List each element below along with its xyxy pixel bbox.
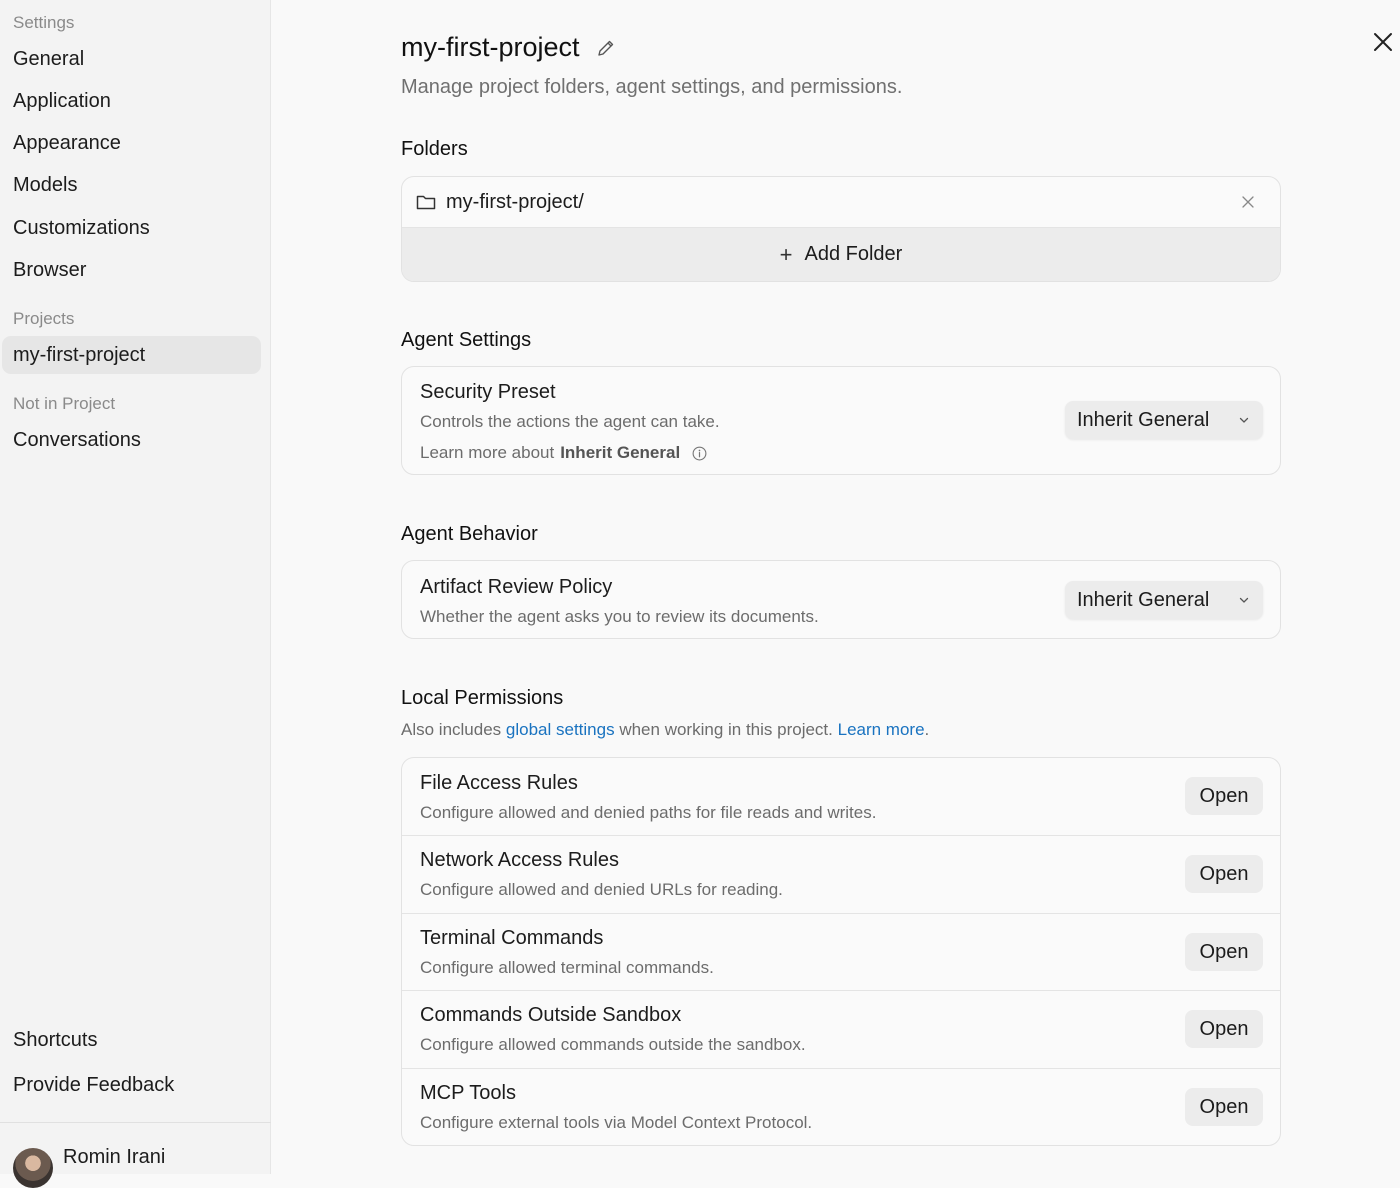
security-preset-value: Inherit General <box>1077 408 1210 431</box>
avatar[interactable] <box>13 1148 53 1188</box>
chevron-down-icon <box>1239 597 1249 603</box>
sidebar-item-my-first-project[interactable]: my-first-project <box>2 336 261 374</box>
sidebar-item-browser[interactable]: Browser <box>13 259 86 282</box>
page-title: my-first-project <box>401 32 580 62</box>
title-row: my-first-project <box>401 32 616 63</box>
security-preset-learn-more[interactable]: Learn more about Inherit General <box>420 443 707 463</box>
perm-desc-suffix: . <box>924 720 930 739</box>
security-preset-desc: Controls the actions the agent can take. <box>420 412 720 431</box>
permission-desc: Configure allowed and denied paths for f… <box>420 803 877 822</box>
sidebar-section-projects: Projects <box>13 309 75 328</box>
permission-row-commands-outside-sandbox: Commands Outside Sandbox Configure allow… <box>402 991 1280 1069</box>
permission-row-mcp-tools: MCP Tools Configure external tools via M… <box>402 1069 1280 1145</box>
permission-title: File Access Rules <box>420 772 578 794</box>
chevron-down-icon <box>1239 417 1249 423</box>
sidebar-section-settings: Settings <box>13 13 75 32</box>
open-file-access-button[interactable]: Open <box>1185 777 1263 815</box>
agent-behavior-heading: Agent Behavior <box>401 523 538 545</box>
learn-more-bold: Inherit General <box>560 443 681 462</box>
agent-settings-heading: Agent Settings <box>401 329 532 351</box>
main-content: my-first-project Manage project folders,… <box>272 0 1400 1174</box>
open-network-access-button[interactable]: Open <box>1185 855 1263 893</box>
folder-name: my-first-project/ <box>446 190 584 213</box>
global-settings-link[interactable]: global settings <box>506 720 615 739</box>
folder-row: my-first-project/ <box>402 177 1280 228</box>
close-icon[interactable] <box>1371 30 1395 54</box>
sidebar-item-customizations[interactable]: Customizations <box>13 217 150 240</box>
learn-more-link[interactable]: Learn more <box>838 720 925 739</box>
artifact-review-value: Inherit General <box>1077 588 1210 611</box>
permission-title: Commands Outside Sandbox <box>420 1004 682 1026</box>
folders-heading: Folders <box>401 138 468 160</box>
artifact-review-title: Artifact Review Policy <box>420 576 613 598</box>
sidebar-item-appearance[interactable]: Appearance <box>13 132 121 155</box>
permission-title: Terminal Commands <box>420 927 604 949</box>
local-permissions-card: File Access Rules Configure allowed and … <box>401 757 1281 1146</box>
security-preset-title: Security Preset <box>420 381 556 403</box>
security-preset-dropdown[interactable]: Inherit General <box>1065 401 1263 439</box>
sidebar-item-general[interactable]: General <box>13 48 84 71</box>
sidebar-item-conversations[interactable]: Conversations <box>13 429 141 452</box>
security-preset-row: Security Preset Controls the actions the… <box>402 367 1280 474</box>
open-commands-outside-sandbox-button[interactable]: Open <box>1185 1010 1263 1048</box>
folder-icon <box>416 195 436 210</box>
artifact-review-desc: Whether the agent asks you to review its… <box>420 607 819 626</box>
add-folder-label: Add Folder <box>804 243 903 265</box>
permission-title: Network Access Rules <box>420 849 619 871</box>
plus-icon: + <box>779 241 793 267</box>
sidebar-item-provide-feedback[interactable]: Provide Feedback <box>13 1074 174 1097</box>
info-icon[interactable] <box>692 446 707 461</box>
sidebar: Settings General Application Appearance … <box>0 0 271 1188</box>
sidebar-item-application[interactable]: Application <box>13 90 111 113</box>
local-permissions-desc: Also includes global settings when worki… <box>401 720 929 740</box>
open-terminal-commands-button[interactable]: Open <box>1185 933 1263 971</box>
agent-behavior-card: Artifact Review Policy Whether the agent… <box>401 560 1281 639</box>
remove-folder-x-icon[interactable] <box>1242 196 1254 208</box>
permission-desc: Configure allowed commands outside the s… <box>420 1035 806 1054</box>
artifact-review-row: Artifact Review Policy Whether the agent… <box>402 561 1280 638</box>
artifact-review-dropdown[interactable]: Inherit General <box>1065 581 1263 619</box>
permission-title: MCP Tools <box>420 1082 516 1104</box>
perm-desc-middle: when working in this project. <box>619 720 833 739</box>
permission-row-file-access: File Access Rules Configure allowed and … <box>402 758 1280 836</box>
local-permissions-heading: Local Permissions <box>401 687 564 709</box>
sidebar-item-models[interactable]: Models <box>13 174 77 197</box>
page-subtitle: Manage project folders, agent settings, … <box>401 76 903 98</box>
folders-card: my-first-project/ + Add Folder <box>401 176 1281 282</box>
permission-row-network-access: Network Access Rules Configure allowed a… <box>402 836 1280 914</box>
pencil-icon[interactable] <box>596 38 616 58</box>
sidebar-divider <box>0 1122 271 1123</box>
agent-settings-card: Security Preset Controls the actions the… <box>401 366 1281 475</box>
user-name: Romin Irani <box>63 1146 166 1168</box>
add-folder-button[interactable]: + Add Folder <box>402 228 1280 281</box>
permission-row-terminal-commands: Terminal Commands Configure allowed term… <box>402 914 1280 991</box>
learn-more-prefix: Learn more about <box>420 443 555 462</box>
permission-desc: Configure allowed and denied URLs for re… <box>420 880 783 899</box>
open-mcp-tools-button[interactable]: Open <box>1185 1088 1263 1126</box>
sidebar-item-shortcuts[interactable]: Shortcuts <box>13 1029 97 1052</box>
permission-desc: Configure allowed terminal commands. <box>420 958 714 977</box>
perm-desc-prefix: Also includes <box>401 720 502 739</box>
permission-desc: Configure external tools via Model Conte… <box>420 1113 813 1132</box>
sidebar-section-not-in-project: Not in Project <box>13 394 116 413</box>
